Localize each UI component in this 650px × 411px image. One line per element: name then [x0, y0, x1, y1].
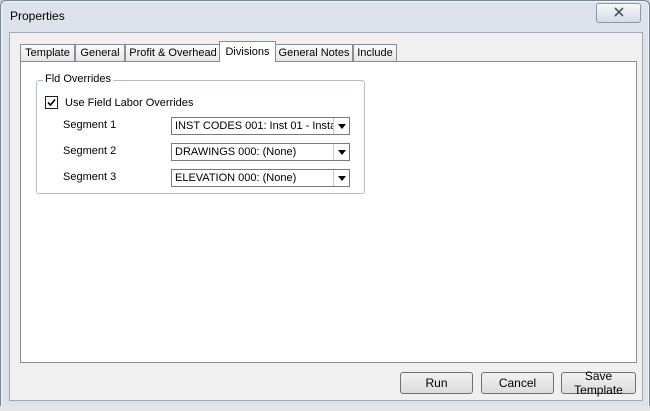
- segment-1-select[interactable]: INST CODES 001: Inst 01 - Install: [171, 117, 350, 135]
- segment-3-value: ELEVATION 000: (None): [175, 172, 297, 184]
- segment-2-label: Segment 2: [63, 145, 117, 157]
- title-bar[interactable]: Properties: [1, 1, 649, 33]
- use-field-labor-label: Use Field Labor Overrides: [65, 96, 194, 109]
- group-title: Fld Overrides: [43, 73, 114, 85]
- segment-3-label: Segment 3: [63, 171, 117, 183]
- tab-general-notes[interactable]: General Notes: [275, 44, 353, 61]
- segment-2-value: DRAWINGS 000: (None): [175, 146, 297, 158]
- save-template-button[interactable]: Save Template: [561, 369, 636, 397]
- segment-1-label: Segment 1: [63, 119, 117, 131]
- segment-1-value: INST CODES 001: Inst 01 - Install: [175, 120, 333, 132]
- cancel-button[interactable]: Cancel: [481, 372, 554, 394]
- chevron-down-icon[interactable]: [333, 118, 349, 134]
- tab-divisions[interactable]: Divisions: [219, 41, 276, 62]
- chevron-down-icon[interactable]: [333, 170, 349, 186]
- chevron-down-icon[interactable]: [333, 144, 349, 160]
- close-button[interactable]: [596, 3, 641, 23]
- dialog-title: Properties: [10, 9, 65, 23]
- use-field-labor-row: Use Field Labor Overrides: [45, 96, 193, 109]
- segment-3-select[interactable]: ELEVATION 000: (None): [171, 169, 350, 187]
- properties-dialog: Properties Template General Profit & Ove…: [0, 0, 650, 408]
- divisions-tab-page: Fld Overrides Use Field Labor Overrides …: [20, 61, 637, 363]
- tab-template[interactable]: Template: [20, 44, 75, 61]
- run-button[interactable]: Run: [400, 372, 473, 394]
- segment-2-select[interactable]: DRAWINGS 000: (None): [171, 143, 350, 161]
- tab-include[interactable]: Include: [353, 44, 397, 61]
- use-field-labor-checkbox[interactable]: [45, 96, 58, 109]
- dialog-client-area: Template General Profit & Overhead Divis…: [9, 32, 643, 401]
- tab-profit-overhead[interactable]: Profit & Overhead: [125, 44, 221, 61]
- background-window-strip: [0, 406, 650, 411]
- checkmark-icon: [47, 96, 56, 110]
- tab-general[interactable]: General: [75, 44, 125, 61]
- field-overrides-group: Fld Overrides Use Field Labor Overrides …: [36, 73, 365, 194]
- close-icon: [613, 6, 624, 20]
